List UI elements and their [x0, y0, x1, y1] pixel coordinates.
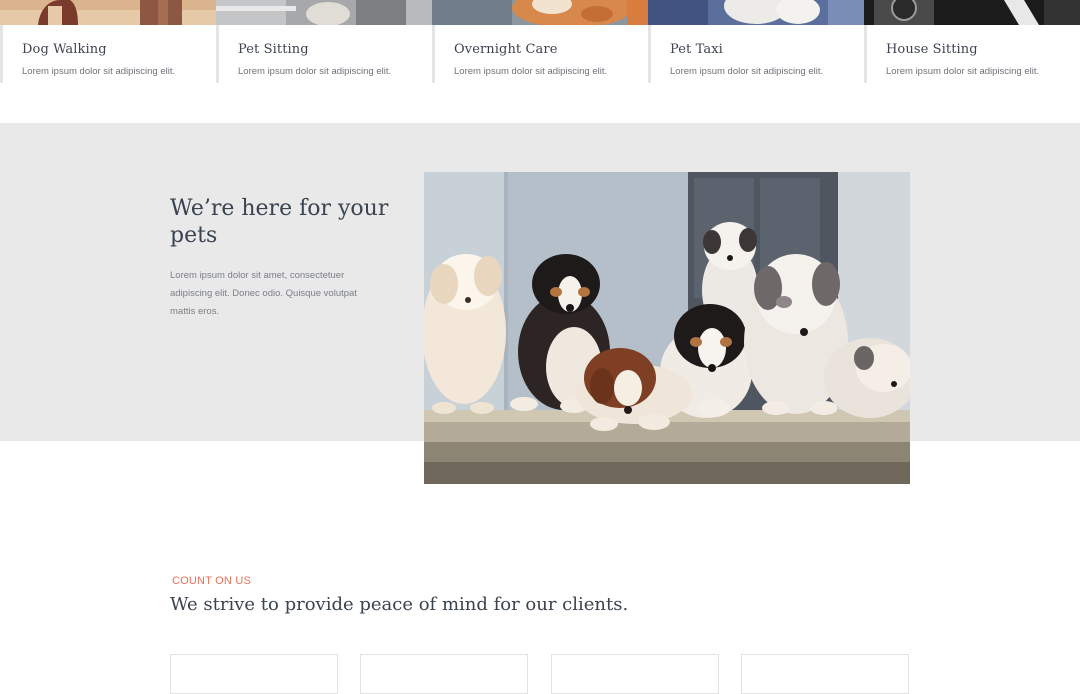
feature-card: [551, 654, 719, 694]
service-card-body: Dog Walking Lorem ipsum dolor sit adipis…: [0, 25, 216, 83]
feature-card: [170, 654, 338, 694]
service-description: Lorem ipsum dolor sit adipiscing elit.: [670, 66, 824, 77]
service-title[interactable]: Pet Sitting: [238, 42, 309, 57]
service-card-body: Pet Taxi Lorem ipsum dolor sit adipiscin…: [648, 25, 864, 83]
pet-taxi-photo: [648, 0, 864, 25]
service-title[interactable]: Dog Walking: [22, 42, 107, 57]
puppies-photo: [424, 172, 910, 484]
service-card-house-sitting[interactable]: House Sitting Lorem ipsum dolor sit adip…: [864, 0, 1080, 83]
section-heading: We’re here for your pets: [170, 196, 389, 248]
services-strip: Dog Walking Lorem ipsum dolor sit adipis…: [0, 0, 1080, 83]
feature-card: [360, 654, 528, 694]
service-card-pet-sitting[interactable]: Pet Sitting Lorem ipsum dolor sit adipis…: [216, 0, 432, 83]
service-description: Lorem ipsum dolor sit adipiscing elit.: [454, 66, 608, 77]
house-sitting-photo: [864, 0, 1080, 25]
service-card-body: Overnight Care Lorem ipsum dolor sit adi…: [432, 25, 648, 83]
service-title[interactable]: House Sitting: [886, 42, 978, 57]
service-title[interactable]: Overnight Care: [454, 42, 558, 57]
feature-card: [741, 654, 909, 694]
overnight-care-photo: [432, 0, 648, 25]
service-card-pet-taxi[interactable]: Pet Taxi Lorem ipsum dolor sit adipiscin…: [648, 0, 864, 83]
dog-walking-photo: [0, 0, 216, 25]
count-heading: We strive to provide peace of mind for o…: [170, 594, 629, 615]
service-card-body: House Sitting Lorem ipsum dolor sit adip…: [864, 25, 1080, 83]
service-description: Lorem ipsum dolor sit adipiscing elit.: [238, 66, 392, 77]
pet-sitting-photo: [216, 0, 432, 25]
service-card-body: Pet Sitting Lorem ipsum dolor sit adipis…: [216, 25, 432, 83]
service-description: Lorem ipsum dolor sit adipiscing elit.: [22, 66, 176, 77]
section-text: Lorem ipsum dolor sit amet, consectetuer…: [170, 270, 357, 317]
service-card-overnight-care[interactable]: Overnight Care Lorem ipsum dolor sit adi…: [432, 0, 648, 83]
section-eyebrow: COUNT ON US: [172, 575, 252, 587]
service-description: Lorem ipsum dolor sit adipiscing elit.: [886, 66, 1040, 77]
service-title[interactable]: Pet Taxi: [670, 42, 723, 57]
service-card-dog-walking[interactable]: Dog Walking Lorem ipsum dolor sit adipis…: [0, 0, 216, 83]
